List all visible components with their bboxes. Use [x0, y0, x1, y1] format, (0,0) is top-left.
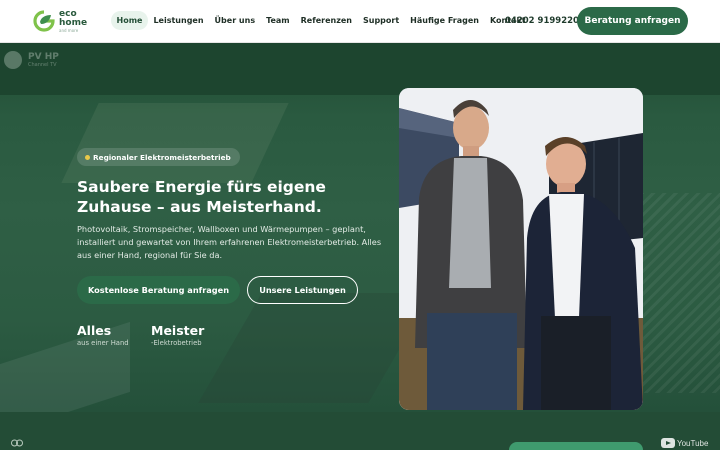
team-photo-illustration: [399, 88, 643, 410]
stat-all-in-one: Alles aus einer Hand: [77, 323, 129, 347]
consultation-request-button[interactable]: Beratung anfragen: [577, 7, 688, 35]
video-channel-watermark: PV HP Channel TV: [4, 51, 59, 69]
nav-item-referenzen[interactable]: Referenzen: [295, 11, 357, 30]
watermark-title: PV HP: [28, 52, 59, 62]
youtube-label: YouTube: [677, 438, 709, 448]
nav-item-team[interactable]: Team: [261, 11, 296, 30]
nav-item-leistungen[interactable]: Leistungen: [148, 11, 209, 30]
logo-wordmark: eco home and more: [59, 8, 88, 33]
youtube-logo[interactable]: YouTube: [661, 438, 708, 448]
background-roof-shape: [198, 293, 432, 403]
free-consultation-button[interactable]: Kostenlose Beratung anfragen: [77, 276, 240, 304]
phone-link[interactable]: 04202 9199220: [505, 16, 579, 26]
hero-section: PV HP Channel TV Regionaler Elektromeist…: [0, 43, 720, 412]
channel-avatar-icon: [4, 51, 22, 69]
nav-item-faq[interactable]: Häufige Fragen: [405, 11, 485, 30]
partial-button[interactable]: [509, 442, 643, 450]
site-header: eco home and more Home Leistungen Über u…: [0, 0, 720, 43]
nav-item-support[interactable]: Support: [357, 11, 404, 30]
eco-leaf-icon: [33, 10, 55, 32]
team-photo: [399, 88, 643, 410]
our-services-button[interactable]: Unsere Leistungen: [247, 276, 358, 304]
nav-item-ueber-uns[interactable]: Über uns: [209, 11, 261, 30]
youtube-play-icon: [661, 438, 675, 448]
nav-item-home[interactable]: Home: [111, 11, 148, 30]
main-nav: Home Leistungen Über uns Team Referenzen…: [111, 11, 531, 30]
background-panel-pattern: [640, 193, 720, 393]
link-icon[interactable]: [11, 439, 23, 447]
status-dot-icon: [85, 154, 90, 160]
hero-description: Photovoltaik, Stromspeicher, Wallboxen u…: [77, 224, 382, 260]
region-badge: Regionaler Elektromeisterbetrieb: [77, 148, 240, 166]
logo[interactable]: eco home and more: [32, 9, 87, 33]
background-roof-shape: [61, 103, 289, 183]
badge-label: Regionaler Elektromeisterbetrieb: [93, 152, 231, 162]
watermark-subtitle: Channel TV: [28, 62, 57, 68]
hero-headline: Saubere Energie fürs eigene Zuhause – au…: [77, 178, 326, 216]
lower-strip: YouTube: [0, 412, 720, 450]
stat-master-business: Meister -Elektrobetrieb: [151, 323, 205, 347]
